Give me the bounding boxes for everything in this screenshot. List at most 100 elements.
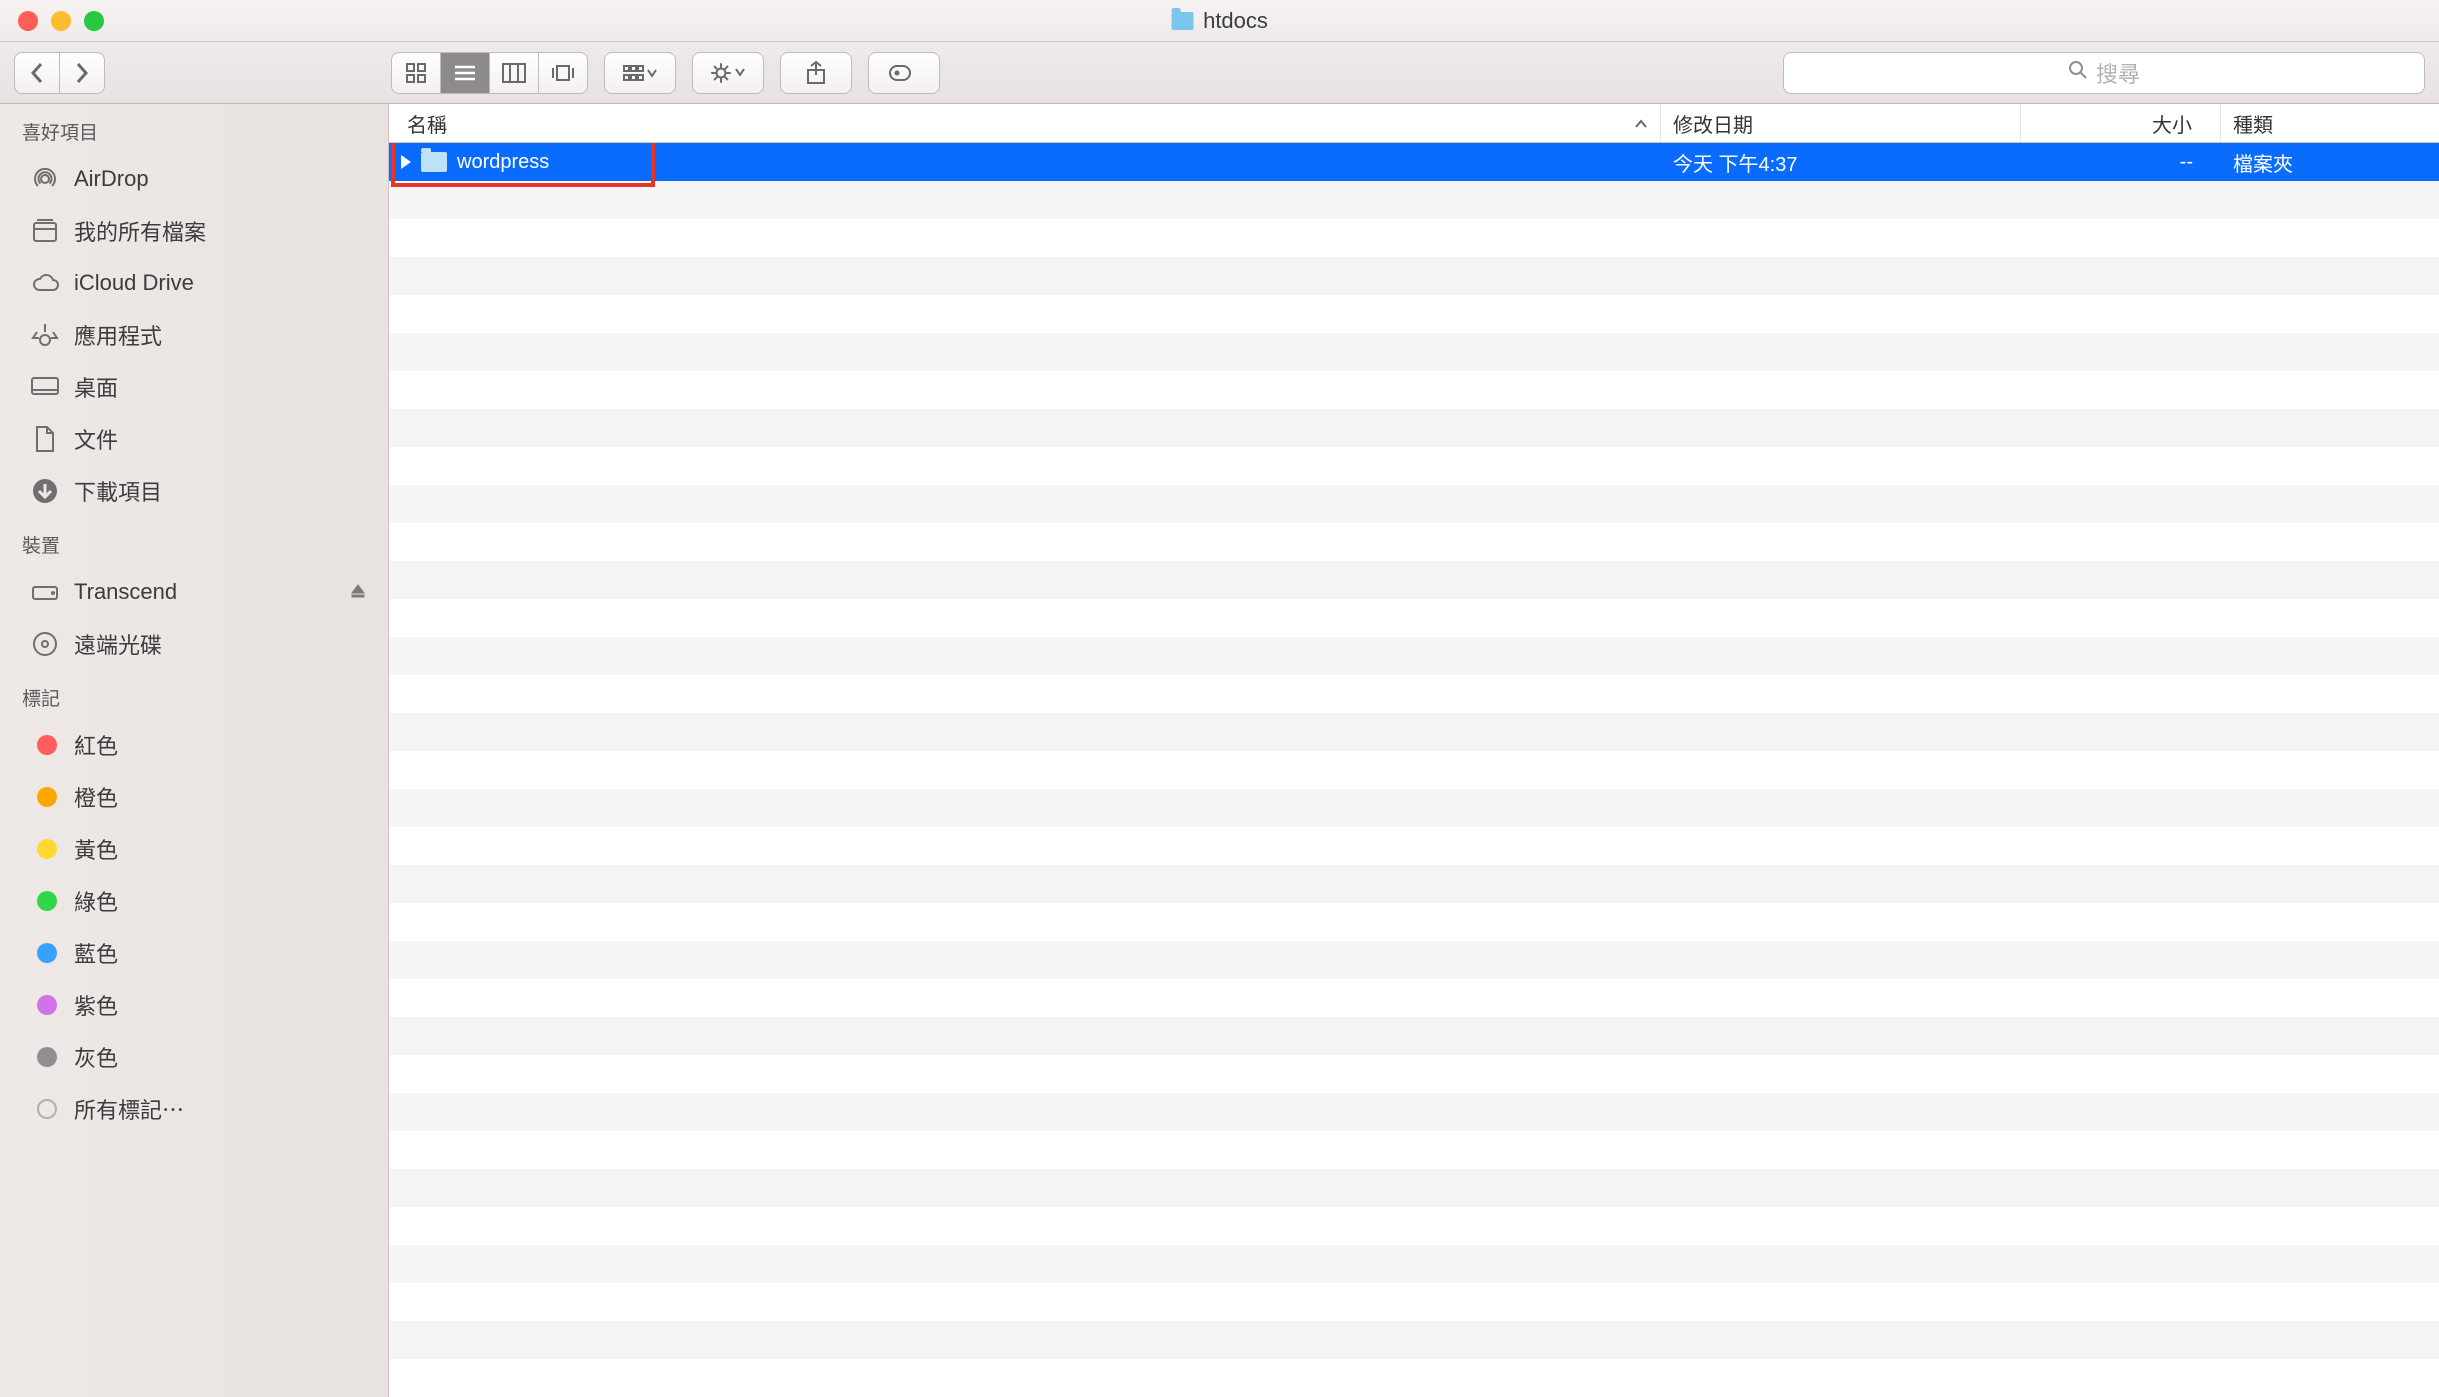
empty-row (389, 1093, 2439, 1131)
empty-row (389, 1055, 2439, 1093)
tag-icon (30, 834, 60, 864)
file-row[interactable]: wordpress今天 下午4:37--檔案夾 (389, 143, 2439, 181)
sidebar-item-documents[interactable]: 文件 (0, 413, 388, 465)
sidebar-item-label: 黃色 (74, 833, 118, 865)
empty-row (389, 1359, 2439, 1397)
sidebar-item-label: 綠色 (74, 885, 118, 917)
column-header-date[interactable]: 修改日期 (1661, 104, 2021, 142)
titlebar: htdocs (0, 0, 2439, 42)
sidebar-item-tag-blue[interactable]: 藍色 (0, 927, 388, 979)
sidebar-item-label: 紫色 (74, 989, 118, 1021)
sidebar-item-allfiles[interactable]: 我的所有檔案 (0, 205, 388, 257)
sidebar-item-tag-gray[interactable]: 灰色 (0, 1031, 388, 1083)
desktop-icon (30, 372, 60, 402)
airdrop-icon (30, 164, 60, 194)
zoom-button[interactable] (84, 11, 104, 31)
cell-name: wordpress (389, 151, 1661, 174)
sidebar-item-label: 文件 (74, 423, 118, 455)
sidebar-item-transcend[interactable]: Transcend (0, 566, 388, 618)
sidebar-heading: 標記 (0, 670, 388, 719)
sidebar-item-label: 灰色 (74, 1041, 118, 1073)
sidebar-item-tag-red[interactable]: 紅色 (0, 719, 388, 771)
search-placeholder: 搜尋 (2096, 57, 2140, 89)
sidebar-item-tag-orange[interactable]: 橙色 (0, 771, 388, 823)
arrange-button[interactable] (604, 52, 676, 94)
body: 喜好項目AirDrop我的所有檔案iCloud Drive應用程式桌面文件下載項… (0, 104, 2439, 1397)
empty-row (389, 1245, 2439, 1283)
sidebar-item-icloud[interactable]: iCloud Drive (0, 257, 388, 309)
column-header-name[interactable]: 名稱 (389, 104, 1661, 142)
toolbar: 搜尋 (0, 42, 2439, 104)
window-controls (18, 11, 104, 31)
close-button[interactable] (18, 11, 38, 31)
view-mode-buttons (391, 52, 588, 94)
share-button[interactable] (780, 52, 852, 94)
sidebar-item-airdrop[interactable]: AirDrop (0, 153, 388, 205)
empty-row (389, 257, 2439, 295)
empty-row (389, 637, 2439, 675)
empty-row (389, 1321, 2439, 1359)
column-header-size[interactable]: 大小 (2021, 104, 2221, 142)
download-icon (30, 476, 60, 506)
empty-row (389, 1131, 2439, 1169)
search-field[interactable]: 搜尋 (1783, 52, 2425, 94)
back-button[interactable] (14, 52, 60, 94)
empty-row (389, 1207, 2439, 1245)
tag-icon (30, 990, 60, 1020)
sidebar-item-label: 應用程式 (74, 319, 162, 351)
empty-row (389, 295, 2439, 333)
sidebar-item-tag-all[interactable]: 所有標記⋯ (0, 1083, 388, 1135)
empty-row (389, 1169, 2439, 1207)
sidebar-item-tag-green[interactable]: 綠色 (0, 875, 388, 927)
file-name: wordpress (457, 151, 549, 174)
sidebar-item-remotedisc[interactable]: 遠端光碟 (0, 618, 388, 670)
sidebar: 喜好項目AirDrop我的所有檔案iCloud Drive應用程式桌面文件下載項… (0, 104, 389, 1397)
sidebar-item-tag-yellow[interactable]: 黃色 (0, 823, 388, 875)
empty-row (389, 485, 2439, 523)
sidebar-item-label: Transcend (74, 579, 177, 605)
folder-icon (1171, 12, 1193, 30)
sidebar-item-label: iCloud Drive (74, 270, 194, 296)
tags-button[interactable] (868, 52, 940, 94)
sidebar-item-desktop[interactable]: 桌面 (0, 361, 388, 413)
minimize-button[interactable] (51, 11, 71, 31)
sidebar-item-label: 下載項目 (74, 475, 162, 507)
sidebar-item-downloads[interactable]: 下載項目 (0, 465, 388, 517)
icon-view-button[interactable] (391, 52, 441, 94)
empty-row (389, 941, 2439, 979)
file-list[interactable]: wordpress今天 下午4:37--檔案夾 (389, 143, 2439, 1397)
apps-icon (30, 320, 60, 350)
eject-icon[interactable] (350, 579, 366, 605)
sidebar-item-label: 遠端光碟 (74, 628, 162, 660)
empty-row (389, 1283, 2439, 1321)
sidebar-item-label: 桌面 (74, 371, 118, 403)
list-view-button[interactable] (441, 52, 490, 94)
sort-indicator-icon (1634, 112, 1648, 135)
drive-icon (30, 577, 60, 607)
action-button[interactable] (692, 52, 764, 94)
nav-buttons (14, 52, 105, 94)
empty-row (389, 713, 2439, 751)
sidebar-item-tag-purple[interactable]: 紫色 (0, 979, 388, 1031)
cell-size: -- (2021, 151, 2221, 174)
tag-outline-icon (30, 1094, 60, 1124)
column-view-button[interactable] (490, 52, 539, 94)
coverflow-view-button[interactable] (539, 52, 588, 94)
window-title: htdocs (1171, 8, 1268, 34)
allfiles-icon (30, 216, 60, 246)
empty-row (389, 219, 2439, 257)
cell-date: 今天 下午4:37 (1661, 148, 2021, 177)
forward-button[interactable] (60, 52, 105, 94)
cloud-icon (30, 268, 60, 298)
sidebar-heading: 裝置 (0, 517, 388, 566)
search-icon (2068, 60, 2088, 86)
column-headers: 名稱 修改日期 大小 種類 (389, 104, 2439, 143)
disclosure-triangle-icon[interactable] (401, 155, 411, 169)
empty-row (389, 675, 2439, 713)
sidebar-item-apps[interactable]: 應用程式 (0, 309, 388, 361)
sidebar-item-label: 橙色 (74, 781, 118, 813)
column-header-kind[interactable]: 種類 (2221, 104, 2439, 142)
empty-row (389, 789, 2439, 827)
sidebar-item-label: 紅色 (74, 729, 118, 761)
tag-icon (30, 730, 60, 760)
